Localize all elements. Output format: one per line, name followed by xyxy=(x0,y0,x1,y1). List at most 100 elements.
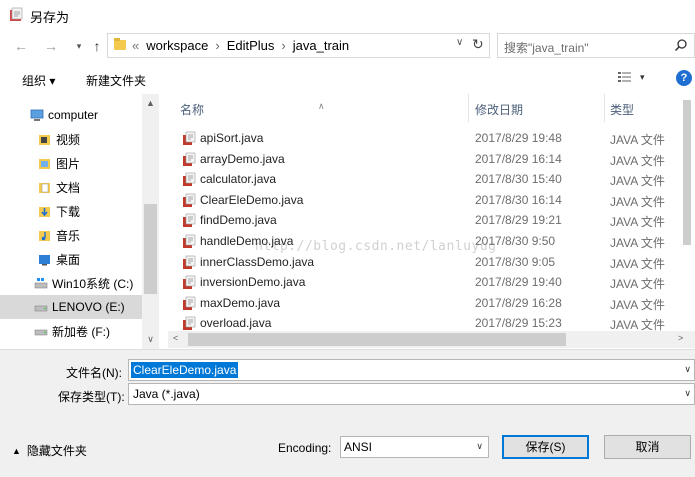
java-file-icon xyxy=(183,193,196,207)
column-header-type[interactable]: 类型 xyxy=(605,94,685,122)
up-button[interactable]: ↑ xyxy=(88,38,106,54)
table-row[interactable]: calculator.java 2017/8/30 15:40 JAVA 文件 xyxy=(168,169,695,189)
filename-dropdown-chevron-icon[interactable]: ∨ xyxy=(684,364,691,375)
file-name: calculator.java xyxy=(200,172,277,187)
tree-item-downloads[interactable]: 下载 xyxy=(0,199,142,223)
organize-button[interactable]: 组织 ▾ xyxy=(22,72,55,89)
file-type: JAVA 文件 xyxy=(610,174,665,189)
view-dropdown-chevron-icon[interactable]: ▾ xyxy=(640,72,645,83)
table-row[interactable]: findDemo.java 2017/8/29 19:21 JAVA 文件 xyxy=(168,210,695,230)
scroll-left-arrow-icon[interactable]: < xyxy=(173,333,178,343)
filetype-dropdown-chevron-icon[interactable]: ∨ xyxy=(684,388,691,399)
tree-item-drive-f[interactable]: 新加卷 (F:) xyxy=(0,319,142,343)
file-type: JAVA 文件 xyxy=(610,256,665,271)
tree-item-label: LENOVO (E:) xyxy=(52,300,125,314)
recent-locations-chevron-icon[interactable]: ▾ xyxy=(70,38,88,54)
tree-item-label: 新加卷 (F:) xyxy=(52,324,110,339)
breadcrumb-workspace[interactable]: workspace xyxy=(146,38,208,53)
encoding-value: ANSI xyxy=(344,440,373,454)
scroll-thumb[interactable] xyxy=(683,100,691,245)
address-dropdown-chevron-icon[interactable]: ∨ xyxy=(456,37,463,48)
file-modified-date: 2017/8/29 19:40 xyxy=(475,275,562,290)
breadcrumb: « workspace › EditPlus › java_train xyxy=(132,38,349,53)
search-input[interactable]: 搜索"java_train" xyxy=(497,33,695,58)
column-type-label: 类型 xyxy=(610,103,635,117)
filetype-select[interactable]: Java (*.java) ∨ xyxy=(128,383,695,405)
tree-scrollbar[interactable]: ▲ ∨ xyxy=(142,94,159,349)
scroll-thumb[interactable] xyxy=(144,204,157,294)
breadcrumb-editplus[interactable]: EditPlus xyxy=(227,38,275,53)
filename-field[interactable]: ClearEleDemo.java ∨ xyxy=(128,359,695,381)
table-row[interactable]: ClearEleDemo.java 2017/8/30 16:14 JAVA 文件 xyxy=(168,190,695,210)
tree-item-videos[interactable]: 视频 xyxy=(0,127,142,151)
downloads-folder-icon xyxy=(38,205,52,218)
java-file-icon xyxy=(183,172,196,187)
java-file-icon xyxy=(183,234,196,248)
view-options-icon[interactable] xyxy=(617,70,633,84)
table-row[interactable]: arrayDemo.java 2017/8/29 16:14 JAVA 文件 xyxy=(168,149,695,169)
tree-item-drive-e[interactable]: LENOVO (E:) xyxy=(0,295,142,319)
address-bar[interactable]: « workspace › EditPlus › java_train ∨ ↻ xyxy=(107,33,490,58)
table-row[interactable]: maxDemo.java 2017/8/29 16:28 JAVA 文件 xyxy=(168,293,695,313)
file-name: innerClassDemo.java xyxy=(200,254,315,269)
refresh-button[interactable]: ↻ xyxy=(472,36,484,53)
scroll-right-arrow-icon[interactable]: > xyxy=(678,333,683,343)
hide-folders-label: 隐藏文件夹 xyxy=(26,444,87,458)
back-button[interactable]: ← xyxy=(12,38,30,54)
cancel-button[interactable]: 取消 xyxy=(604,435,691,459)
filetype-value: Java (*.java) xyxy=(133,387,200,401)
watermark: http://blog.csdn.net/lanluyug xyxy=(255,239,497,254)
tree-item-computer[interactable]: computer xyxy=(0,103,142,127)
file-list: 名称 ∧ 修改日期 类型 apiSort.java 2017/8/29 19:48… xyxy=(168,94,695,349)
table-row[interactable]: innerClassDemo.java 2017/8/30 9:05 JAVA 文件 xyxy=(168,252,695,272)
file-name: overload.java xyxy=(200,316,272,331)
hide-folders-toggle[interactable]: ▲ 隐藏文件夹 xyxy=(12,442,87,459)
help-icon[interactable]: ? xyxy=(676,70,692,86)
sort-ascending-icon: ∧ xyxy=(318,101,325,111)
java-file-icon xyxy=(183,152,196,166)
tree-item-label: 下载 xyxy=(56,204,81,219)
breadcrumb-java-train[interactable]: java_train xyxy=(293,38,349,53)
save-button[interactable]: 保存(S) xyxy=(502,435,589,459)
video-folder-icon xyxy=(38,133,52,146)
table-row[interactable]: apiSort.java 2017/8/29 19:48 JAVA 文件 xyxy=(168,128,695,148)
chevron-right-icon[interactable]: › xyxy=(215,38,219,53)
encoding-select[interactable]: ANSI ∨ xyxy=(340,436,489,458)
forward-button[interactable]: → xyxy=(42,38,60,54)
drive-icon xyxy=(34,325,48,338)
tree-item-pictures[interactable]: 图片 xyxy=(0,151,142,175)
tree-item-label: Win10系统 (C:) xyxy=(52,276,134,291)
drive-icon xyxy=(34,301,48,314)
scroll-down-arrow-icon[interactable]: ∨ xyxy=(142,334,159,345)
file-type: JAVA 文件 xyxy=(610,236,665,250)
java-file-icon xyxy=(183,296,196,310)
chevron-right-icon[interactable]: › xyxy=(281,38,285,53)
folder-icon xyxy=(114,38,126,50)
file-modified-date: 2017/8/30 16:14 xyxy=(475,192,562,207)
column-header-name[interactable]: 名称 ∧ xyxy=(168,94,468,122)
tree-item-documents[interactable]: 文档 xyxy=(0,175,142,199)
encoding-dropdown-chevron-icon[interactable]: ∨ xyxy=(476,441,483,452)
window-title: 另存为 xyxy=(30,10,70,25)
column-header-modified[interactable]: 修改日期 xyxy=(469,94,604,122)
file-list-scrollbar[interactable] xyxy=(678,94,695,331)
file-type: JAVA 文件 xyxy=(610,194,665,209)
file-list-horizontal-scrollbar[interactable]: < > xyxy=(168,331,695,348)
tree-item-label: 视频 xyxy=(56,132,81,147)
file-name: maxDemo.java xyxy=(200,295,281,310)
table-row[interactable]: inversionDemo.java 2017/8/29 19:40 JAVA 文件 xyxy=(168,272,695,292)
search-icon[interactable] xyxy=(674,38,688,52)
scroll-up-arrow-icon[interactable]: ▲ xyxy=(142,98,159,108)
tree-item-desktop[interactable]: 桌面 xyxy=(0,247,142,271)
filename-label: 文件名(N): xyxy=(66,366,122,380)
file-name: arrayDemo.java xyxy=(200,151,285,166)
tree-item-music[interactable]: 音乐 xyxy=(0,223,142,247)
file-type: JAVA 文件 xyxy=(610,277,665,292)
new-folder-button[interactable]: 新建文件夹 xyxy=(86,72,146,89)
breadcrumb-overflow[interactable]: « xyxy=(132,38,139,53)
java-file-icon xyxy=(183,214,196,228)
documents-folder-icon xyxy=(38,181,52,194)
filetype-label: 保存类型(T): xyxy=(58,390,125,404)
scroll-thumb[interactable] xyxy=(188,333,566,346)
tree-item-drive-c[interactable]: Win10系统 (C:) xyxy=(0,271,142,295)
